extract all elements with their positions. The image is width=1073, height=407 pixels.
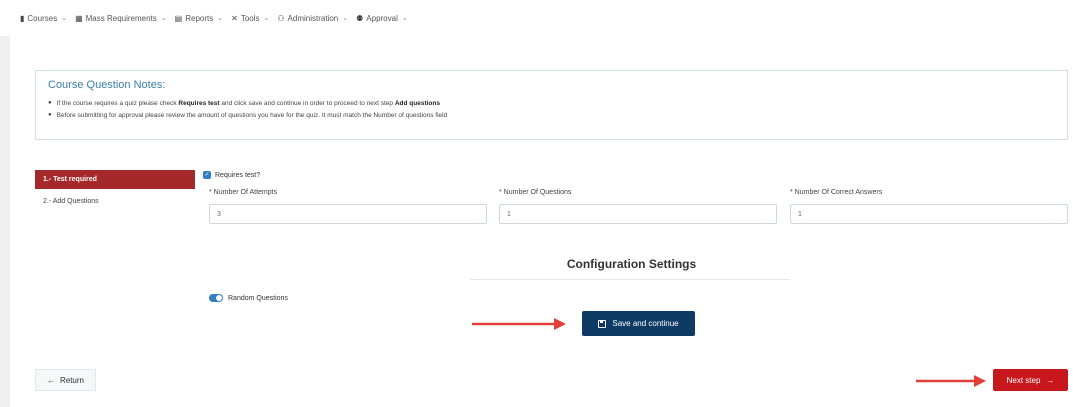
chevron-down-icon: ⌄ [160,15,167,22]
tools-icon: ✕ [231,13,238,23]
attempts-label: * Number Of Attempts [209,189,278,196]
bullet-icon: ● [48,112,52,118]
note-item: ● If the course requires a quiz please c… [48,99,1055,108]
correct-answers-label: * Number Of Correct Answers [790,189,883,196]
grid-icon: ▦ [75,13,83,23]
toggle-switch[interactable] [209,294,223,302]
annotation-arrow-next [916,375,986,387]
save-and-continue-button[interactable]: Save and continue [582,311,695,336]
nav-label: Administration [287,13,339,23]
nav-approval[interactable]: ⚉ Approval ⌄ [356,14,408,23]
next-label: Next step [1006,375,1041,385]
step-test-required[interactable]: 1.- Test required [35,170,195,189]
return-label: Return [59,375,84,385]
divider [470,279,790,280]
annotation-arrow-save [472,318,566,330]
nav-administration[interactable]: ⚇ Administration ⌄ [277,14,348,23]
chevron-down-icon: ⌄ [263,15,270,22]
top-navigation: ▮ Courses ⌄ ▦ Mass Requirements ⌄ ▤ Repo… [0,0,1073,36]
checkbox-checked-icon[interactable]: ✓ [203,171,211,179]
approval-icon: ⚉ [356,13,364,23]
next-step-button[interactable]: Next step → [993,369,1068,391]
chevron-down-icon: ⌄ [342,15,349,22]
chevron-down-icon: ⌄ [217,15,224,22]
page-edge [0,36,10,407]
note-item: ● Before submitting for approval please … [48,111,1055,120]
requires-test-checkbox[interactable]: ✓ Requires test? [203,171,260,179]
notes-list: ● If the course requires a quiz please c… [48,99,1055,120]
course-question-notes: Course Question Notes: ● If the course r… [35,70,1068,140]
nav-label: Reports [185,13,214,23]
nav-reports[interactable]: ▤ Reports ⌄ [175,14,223,23]
arrow-left-icon: ← [46,375,55,385]
nav-label: Approval [366,13,398,23]
save-icon [598,319,607,328]
nav-mass-requirements[interactable]: ▦ Mass Requirements ⌄ [75,14,167,23]
arrow-right-icon: → [1046,375,1055,385]
random-questions-label: Random Questions [228,294,288,302]
correct-answers-input[interactable]: 1 [790,204,1068,224]
questions-input[interactable]: 1 [499,204,777,224]
random-questions-toggle[interactable]: Random Questions [209,294,288,302]
users-icon: ⚇ [277,13,285,23]
chevron-down-icon: ⌄ [61,15,68,22]
book-icon: ▮ [20,13,25,23]
save-label: Save and continue [612,319,679,328]
chevron-down-icon: ⌄ [401,15,408,22]
step-add-questions[interactable]: 2.- Add Questions [43,198,99,205]
nav-courses[interactable]: ▮ Courses ⌄ [20,14,67,23]
configuration-settings-title: Configuration Settings [566,257,697,271]
bullet-icon: ● [48,100,52,106]
nav-tools[interactable]: ✕ Tools ⌄ [231,14,269,23]
nav-label: Courses [27,13,58,23]
nav-label: Tools [240,13,260,23]
questions-label: * Number Of Questions [499,189,572,196]
note-text: Before submitting for approval please re… [56,112,448,119]
note-text: If the course requires a quiz please che… [56,100,440,107]
report-icon: ▤ [174,13,183,23]
requires-test-label: Requires test? [215,171,261,179]
notes-title: Course Question Notes: [48,79,166,91]
attempts-input[interactable]: 3 [209,204,487,224]
nav-label: Mass Requirements [85,13,157,23]
return-button[interactable]: ← Return [35,369,96,391]
